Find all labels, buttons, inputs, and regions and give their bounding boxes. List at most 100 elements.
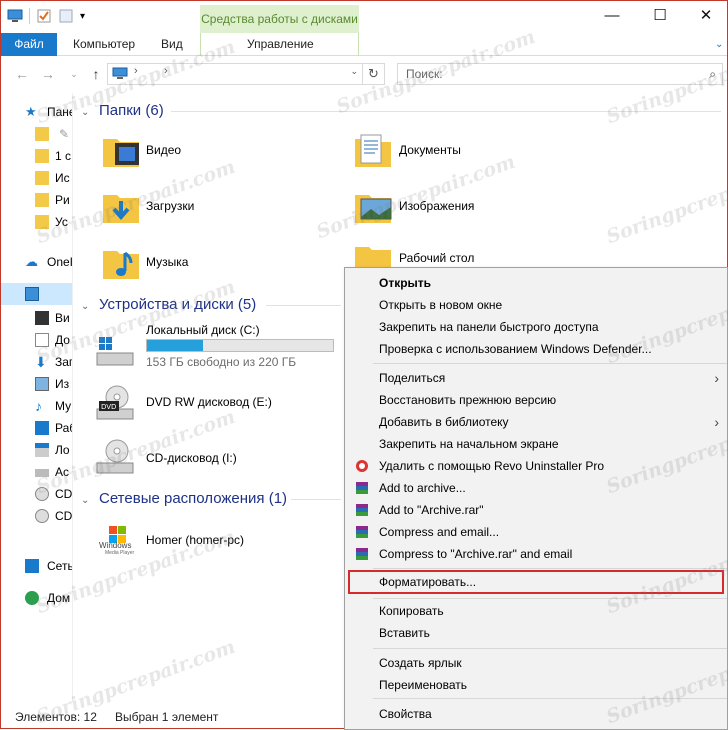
menu-item-defender-scan[interactable]: Проверка с использованием Windows Defend… xyxy=(345,338,727,360)
folder-label-pictures[interactable]: Изображения xyxy=(399,199,474,213)
format-highlight-box xyxy=(348,570,724,594)
nav-item-folder[interactable]: Ис xyxy=(1,167,72,189)
windows-drive-icon[interactable] xyxy=(95,331,135,371)
folder-label-desktop[interactable]: Рабочий стол xyxy=(399,251,474,265)
close-button[interactable]: ✕ xyxy=(683,1,728,31)
tab-manage[interactable]: Управление xyxy=(237,33,324,56)
nav-item-local-disk[interactable]: Ло xyxy=(1,439,72,461)
maximize-button[interactable]: ☐ xyxy=(637,1,683,31)
nav-item-network[interactable]: Сеть xyxy=(1,555,72,577)
menu-item-add-to-library[interactable]: Добавить в библиотеку › xyxy=(345,411,727,433)
nav-item-folder[interactable]: 1 с xyxy=(1,145,72,167)
folder-label-music[interactable]: Музыка xyxy=(146,255,188,269)
nav-item-folder[interactable]: Ус xyxy=(1,211,72,233)
refresh-button[interactable]: ↻ xyxy=(363,63,385,85)
folder-label-downloads[interactable]: Загрузки xyxy=(146,199,194,213)
videos-folder-icon[interactable] xyxy=(101,131,141,171)
cd-icon xyxy=(35,509,49,523)
menu-item-paste[interactable]: Вставить xyxy=(345,622,727,644)
address-dropdown-icon[interactable]: ⌄ xyxy=(350,66,358,77)
nav-item-pinned-folder[interactable]: ✎ xyxy=(1,123,72,145)
menu-item-compress-rar-email[interactable]: Compress to "Archive.rar" and email xyxy=(345,543,727,565)
nav-item-music[interactable]: ♪ Му xyxy=(1,395,72,417)
nav-item-videos[interactable]: Ви xyxy=(1,307,72,329)
folder-label-videos[interactable]: Видео xyxy=(146,143,181,157)
breadcrumb-separator-icon[interactable]: › xyxy=(164,65,168,77)
winrar-icon xyxy=(356,482,368,494)
nav-item-this-pc[interactable] xyxy=(1,283,72,305)
winrar-icon xyxy=(356,548,368,560)
computer-icon xyxy=(112,67,128,79)
menu-item-rename[interactable]: Переименовать xyxy=(345,674,727,696)
disk-usage-bar xyxy=(146,339,334,352)
menu-item-pin-quick-access[interactable]: Закрепить на панели быстрого доступа xyxy=(345,316,727,338)
breadcrumb-separator-icon[interactable]: › xyxy=(134,65,138,77)
nav-item-documents[interactable]: До xyxy=(1,329,72,351)
search-input[interactable]: Поиск: ⌕ xyxy=(397,63,723,85)
menu-item-pin-start[interactable]: Закрепить на начальном экране xyxy=(345,433,727,455)
cloud-icon: ☁ xyxy=(25,254,38,269)
minimize-button[interactable]: — xyxy=(589,1,635,31)
title-bar: ▾ Средства работы с дисками — ☐ ✕ xyxy=(1,1,727,33)
divider xyxy=(171,111,721,112)
menu-item-share[interactable]: Поделиться › xyxy=(345,367,727,389)
nav-item-cd-drive[interactable]: CD xyxy=(1,483,72,505)
menu-item-compress-email[interactable]: Compress and email... xyxy=(345,521,727,543)
forward-arrow-icon[interactable]: → xyxy=(39,65,57,83)
nav-item-homegroup[interactable]: Дом xyxy=(1,587,72,609)
menu-item-compress-email-label: Compress and email... xyxy=(379,525,500,539)
folder-icon xyxy=(35,127,49,141)
tab-view[interactable]: Вид xyxy=(151,33,193,56)
dvd-drive-icon[interactable]: DVD xyxy=(95,383,135,423)
back-arrow-icon[interactable]: ← xyxy=(13,65,31,83)
tab-file[interactable]: Файл xyxy=(1,33,57,56)
menu-item-properties[interactable]: Свойства xyxy=(345,703,727,725)
nav-item-downloads[interactable]: ⬇ Заг xyxy=(1,351,72,373)
menu-item-restore-previous[interactable]: Восстановить прежнюю версию xyxy=(345,389,727,411)
up-arrow-icon[interactable]: ↑ xyxy=(87,65,105,83)
properties-icon[interactable] xyxy=(36,8,52,24)
divider xyxy=(29,8,30,24)
drive-label-cd[interactable]: CD-дисковод (I:) xyxy=(146,451,237,465)
group-header-folders[interactable]: ⌄ Папки (6) xyxy=(81,101,721,121)
group-header-network[interactable]: ⌄ Сетевые расположения (1) xyxy=(81,489,351,509)
cd-drive-icon[interactable] xyxy=(95,437,135,477)
address-bar[interactable]: › › ⌄ xyxy=(107,63,363,85)
recent-dropdown-icon[interactable]: ⌄ xyxy=(65,65,83,83)
group-header-devices[interactable]: ⌄ Устройства и диски (5) xyxy=(81,295,351,315)
nav-item-folder[interactable]: Ри xyxy=(1,189,72,211)
menu-item-create-shortcut[interactable]: Создать ярлык xyxy=(345,652,727,674)
downloads-folder-icon[interactable] xyxy=(101,187,141,227)
drive-label-local-disk[interactable]: Локальный диск (C:) xyxy=(146,323,260,337)
disk-tools-context-tab[interactable]: Средства работы с дисками xyxy=(200,5,359,33)
nav-item-drive[interactable]: Ас xyxy=(1,461,72,483)
folder-icon xyxy=(35,171,49,185)
qat-dropdown-icon[interactable]: ▾ xyxy=(80,11,85,22)
folder-label-documents[interactable]: Документы xyxy=(399,143,461,157)
menu-item-revo-uninstall[interactable]: Удалить с помощью Revo Uninstaller Pro xyxy=(345,455,727,477)
menu-item-add-to-rar[interactable]: Add to "Archive.rar" xyxy=(345,499,727,521)
drive-label-dvd[interactable]: DVD RW дисковод (E:) xyxy=(146,395,272,409)
menu-item-compress-rar-email-label: Compress to "Archive.rar" and email xyxy=(379,547,573,561)
nav-item-cd-drive[interactable]: CD xyxy=(1,505,72,527)
menu-item-open[interactable]: Открыть xyxy=(345,272,727,294)
network-icon xyxy=(25,559,39,573)
menu-item-add-to-archive[interactable]: Add to archive... xyxy=(345,477,727,499)
divider xyxy=(291,499,341,500)
music-folder-icon[interactable] xyxy=(101,243,141,283)
pictures-folder-icon[interactable] xyxy=(353,187,393,227)
folder-icon xyxy=(35,149,49,163)
ribbon-expand-icon[interactable]: ⌄ xyxy=(705,33,728,56)
network-item-label[interactable]: Homer (homer-pc) xyxy=(146,533,244,547)
new-folder-icon[interactable] xyxy=(58,8,74,24)
nav-item-quick-access[interactable]: ★ Пане xyxy=(1,101,72,123)
svg-text:DVD: DVD xyxy=(101,403,116,411)
nav-item-pictures[interactable]: Из xyxy=(1,373,72,395)
tab-computer[interactable]: Компьютер xyxy=(63,33,145,56)
nav-item-onedrive[interactable]: ☁ OneI xyxy=(1,251,72,273)
menu-item-copy[interactable]: Копировать xyxy=(345,600,727,622)
documents-folder-icon[interactable] xyxy=(353,131,393,171)
menu-item-open-new-window[interactable]: Открыть в новом окне xyxy=(345,294,727,316)
nav-item-desktop[interactable]: Раб xyxy=(1,417,72,439)
status-selected: Выбран 1 элемент xyxy=(115,710,219,724)
